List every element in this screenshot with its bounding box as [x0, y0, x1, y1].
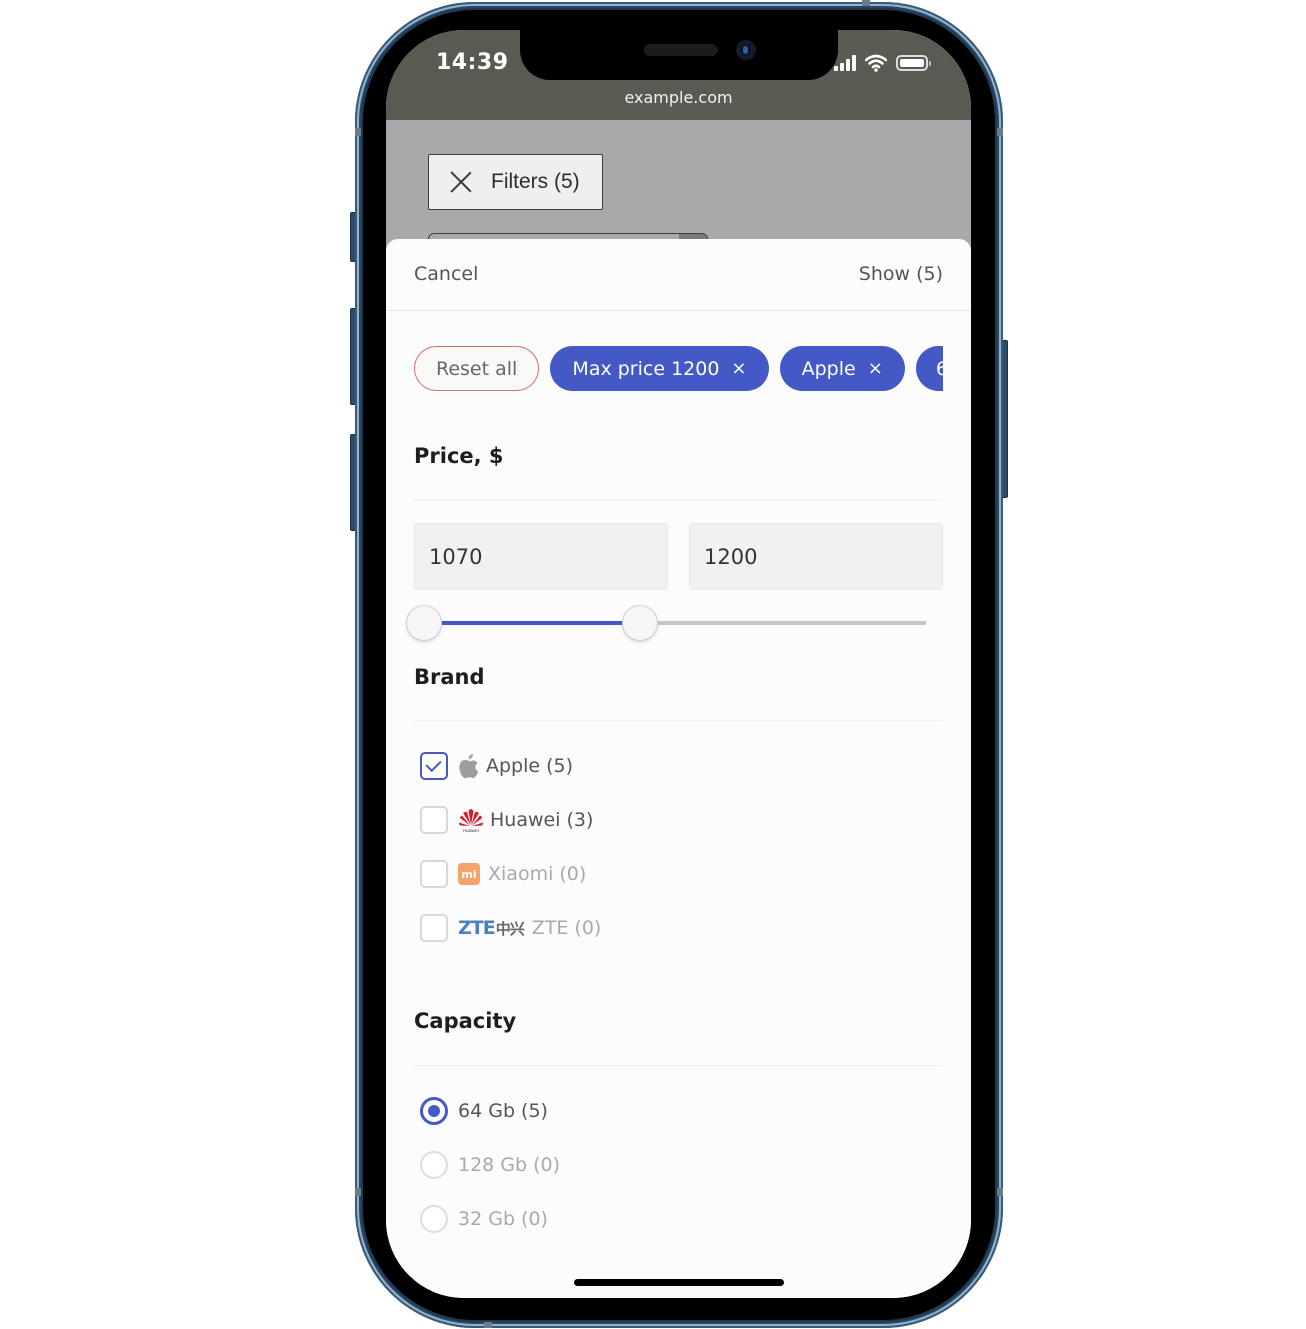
phone-screen: 14:39 example.com Filters (5) Cancel Sho… — [386, 30, 971, 1298]
capacity-option-label: 128 Gb (0) — [458, 1154, 561, 1176]
browser-status-bar: 14:39 example.com — [386, 30, 971, 120]
antenna-band — [355, 128, 361, 136]
capacity-section-title: Capacity — [414, 1009, 517, 1033]
xiaomi-logo-icon: mi — [458, 863, 480, 885]
filters-toggle-button[interactable]: Filters (5) — [428, 154, 603, 210]
filter-chip-max-price[interactable]: Max price 1200 × — [550, 346, 769, 391]
brand-option-label: Huawei (3) — [490, 809, 594, 831]
filters-button-label: Filters (5) — [491, 170, 580, 193]
divider — [414, 499, 943, 500]
divider — [414, 1065, 943, 1066]
capacity-option-128[interactable]: 128 Gb (0) — [420, 1150, 560, 1180]
slider-min-handle[interactable] — [406, 605, 442, 641]
brand-section-title: Brand — [414, 665, 485, 689]
apple-logo-icon — [458, 753, 480, 779]
cancel-button[interactable]: Cancel — [414, 263, 478, 285]
capacity-option-label: 64 Gb (5) — [458, 1100, 548, 1122]
antenna-band — [997, 1188, 1003, 1196]
capacity-radio[interactable] — [420, 1151, 448, 1179]
brand-option-xiaomi[interactable]: mi Xiaomi (0) — [420, 859, 586, 889]
front-camera-icon — [736, 40, 756, 60]
page-overlay: Filters (5) — [386, 120, 971, 253]
slider-selected-range — [424, 621, 640, 625]
antenna-band — [862, 0, 870, 6]
active-filter-chips[interactable]: Reset all Max price 1200 × Apple × 64 — [414, 346, 943, 392]
brand-option-huawei[interactable]: HUAWEI Huawei (3) — [420, 805, 593, 835]
zte-logo-text-cn: 中兴 — [495, 919, 525, 938]
brand-option-zte[interactable]: ZTE 中兴 ZTE (0) — [420, 913, 601, 943]
price-range-slider[interactable] — [406, 605, 926, 641]
antenna-band — [997, 128, 1003, 136]
antenna-band — [355, 1188, 361, 1196]
huawei-logo-icon: HUAWEI — [458, 807, 484, 833]
capacity-option-label: 32 Gb (0) — [458, 1208, 548, 1230]
brand-option-apple[interactable]: Apple (5) — [420, 751, 573, 781]
brand-checkbox[interactable] — [420, 914, 448, 942]
brand-option-label: Apple (5) — [486, 755, 574, 777]
close-icon — [449, 170, 473, 194]
filter-chip-capacity[interactable]: 64 — [915, 346, 943, 391]
brand-checkbox[interactable] — [420, 860, 448, 888]
price-min-input[interactable] — [414, 523, 668, 590]
chip-label: Apple — [801, 357, 856, 380]
battery-icon — [896, 55, 931, 71]
show-results-button[interactable]: Show (5) — [859, 263, 943, 285]
status-icons — [834, 52, 931, 74]
brand-checkbox[interactable] — [420, 806, 448, 834]
zte-logo-text: ZTE — [458, 917, 496, 939]
filter-chip-apple[interactable]: Apple × — [779, 346, 905, 391]
chip-label: 64 — [935, 357, 943, 380]
svg-text:HUAWEI: HUAWEI — [463, 828, 479, 833]
speaker-grille — [644, 44, 718, 56]
sheet-header: Cancel Show (5) — [386, 239, 971, 311]
capacity-radio[interactable] — [420, 1205, 448, 1233]
brand-option-label: Xiaomi (0) — [488, 863, 587, 885]
reset-all-button[interactable]: Reset all — [414, 346, 540, 391]
filter-sheet: Cancel Show (5) Reset all Max price 1200… — [386, 239, 971, 1298]
brand-option-label: ZTE (0) — [531, 917, 602, 939]
remove-chip-icon[interactable]: × — [731, 358, 746, 379]
chip-label: Max price 1200 — [572, 357, 720, 380]
price-max-input[interactable] — [689, 523, 943, 590]
capacity-option-64[interactable]: 64 Gb (5) — [420, 1096, 548, 1126]
capacity-option-32[interactable]: 32 Gb (0) — [420, 1204, 548, 1234]
signal-icon — [834, 55, 856, 71]
home-indicator[interactable] — [574, 1279, 784, 1286]
wifi-icon — [865, 54, 887, 72]
divider — [414, 720, 943, 721]
price-section-title: Price, $ — [414, 444, 504, 468]
remove-chip-icon[interactable]: × — [868, 358, 883, 379]
zte-logo-icon: ZTE 中兴 — [458, 917, 525, 939]
capacity-radio[interactable] — [420, 1097, 448, 1125]
slider-max-handle[interactable] — [621, 605, 658, 641]
brand-checkbox[interactable] — [420, 752, 448, 780]
url-bar[interactable]: example.com — [386, 88, 971, 107]
status-time: 14:39 — [436, 50, 509, 75]
notch — [520, 30, 838, 80]
antenna-band — [484, 1322, 492, 1328]
